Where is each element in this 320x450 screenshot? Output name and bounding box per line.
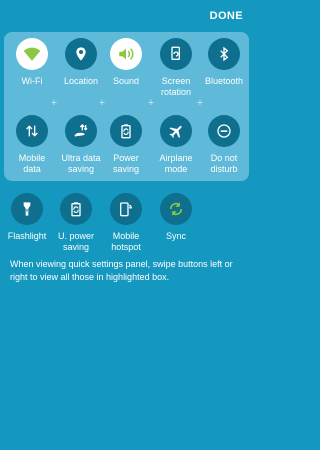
airplane-mode-circle — [160, 115, 192, 147]
extra-sync[interactable]: Sync — [151, 193, 201, 242]
tile-airplane-mode[interactable]: Airplane mode — [151, 115, 201, 175]
do-not-disturb-circle — [208, 115, 240, 147]
ultra-data-saving-icon — [74, 124, 88, 137]
tile-label: Do not disturb — [210, 153, 238, 174]
mobile-data-icon — [26, 125, 38, 137]
bluetooth-icon — [220, 46, 229, 62]
tile-sound[interactable]: Sound — [101, 38, 151, 87]
sync-circle — [160, 193, 192, 225]
tile-label: Wi-Fi — [21, 76, 43, 86]
tile-screen-rotation[interactable]: Screen rotation — [151, 38, 201, 98]
tile-label: Bluetooth — [204, 76, 244, 86]
tile-label: Screen rotation — [160, 76, 192, 97]
location-pin-icon — [76, 47, 86, 61]
instruction-text: When viewing quick settings panel, swipe… — [10, 259, 233, 282]
airplane-icon — [168, 125, 182, 138]
tile-label: Airplane mode — [159, 153, 193, 174]
screen-rotation-icon — [171, 46, 180, 60]
mobile-hotspot-icon — [120, 202, 132, 217]
flashlight-circle — [11, 193, 43, 225]
battery-saving-icon — [121, 124, 131, 139]
tile-ultra-data-saving[interactable]: Ultra data saving — [56, 115, 106, 175]
ultra-power-saving-icon — [71, 202, 81, 217]
tile-power-saving[interactable]: Power saving — [101, 115, 151, 175]
sound-circle — [110, 38, 142, 70]
bluetooth-circle — [208, 38, 240, 70]
highlighted-panel: Wi-Fi Location Sound Screen rotation Blu… — [4, 32, 249, 181]
do-not-disturb-icon — [217, 124, 231, 138]
speaker-icon — [119, 48, 134, 60]
extra-flashlight[interactable]: Flashlight — [2, 193, 52, 242]
flashlight-icon — [23, 202, 31, 216]
tile-location[interactable]: Location — [56, 38, 106, 87]
done-button[interactable]: DONE — [210, 10, 243, 22]
plus-icon: + — [50, 97, 58, 109]
tile-do-not-disturb[interactable]: Do not disturb — [199, 115, 249, 175]
plus-icon: + — [98, 97, 106, 109]
extra-label: Mobile hotspot — [111, 231, 141, 252]
tile-label: Sound — [112, 76, 140, 86]
tile-label: Ultra data saving — [61, 153, 101, 174]
extra-label: Flashlight — [7, 231, 47, 241]
wifi-circle — [16, 38, 48, 70]
ultra-power-saving-circle — [60, 193, 92, 225]
power-saving-circle — [110, 115, 142, 147]
tile-label: Mobile data — [18, 153, 46, 174]
extra-mobile-hotspot[interactable]: Mobile hotspot — [101, 193, 151, 253]
tile-label: Location — [63, 76, 99, 86]
screen-rotation-circle — [160, 38, 192, 70]
mobile-data-circle — [16, 115, 48, 147]
plus-icon: + — [196, 97, 204, 109]
ultra-data-saving-circle — [65, 115, 97, 147]
tile-label: Power saving — [112, 153, 139, 174]
extra-label: U. power saving — [57, 231, 94, 252]
extra-ultra-power-saving[interactable]: U. power saving — [51, 193, 101, 253]
tile-bluetooth[interactable]: Bluetooth — [199, 38, 249, 87]
tile-mobile-data[interactable]: Mobile data — [7, 115, 57, 175]
extra-label: Sync — [165, 231, 186, 241]
quick-settings-edit-screen: DONE Wi-Fi Location Sound Screen rotatio… — [0, 0, 253, 450]
sync-icon — [169, 202, 183, 216]
mobile-hotspot-circle — [110, 193, 142, 225]
plus-icon: + — [147, 97, 155, 109]
location-circle — [65, 38, 97, 70]
wifi-icon — [23, 47, 41, 61]
tile-wifi[interactable]: Wi-Fi — [7, 38, 57, 87]
